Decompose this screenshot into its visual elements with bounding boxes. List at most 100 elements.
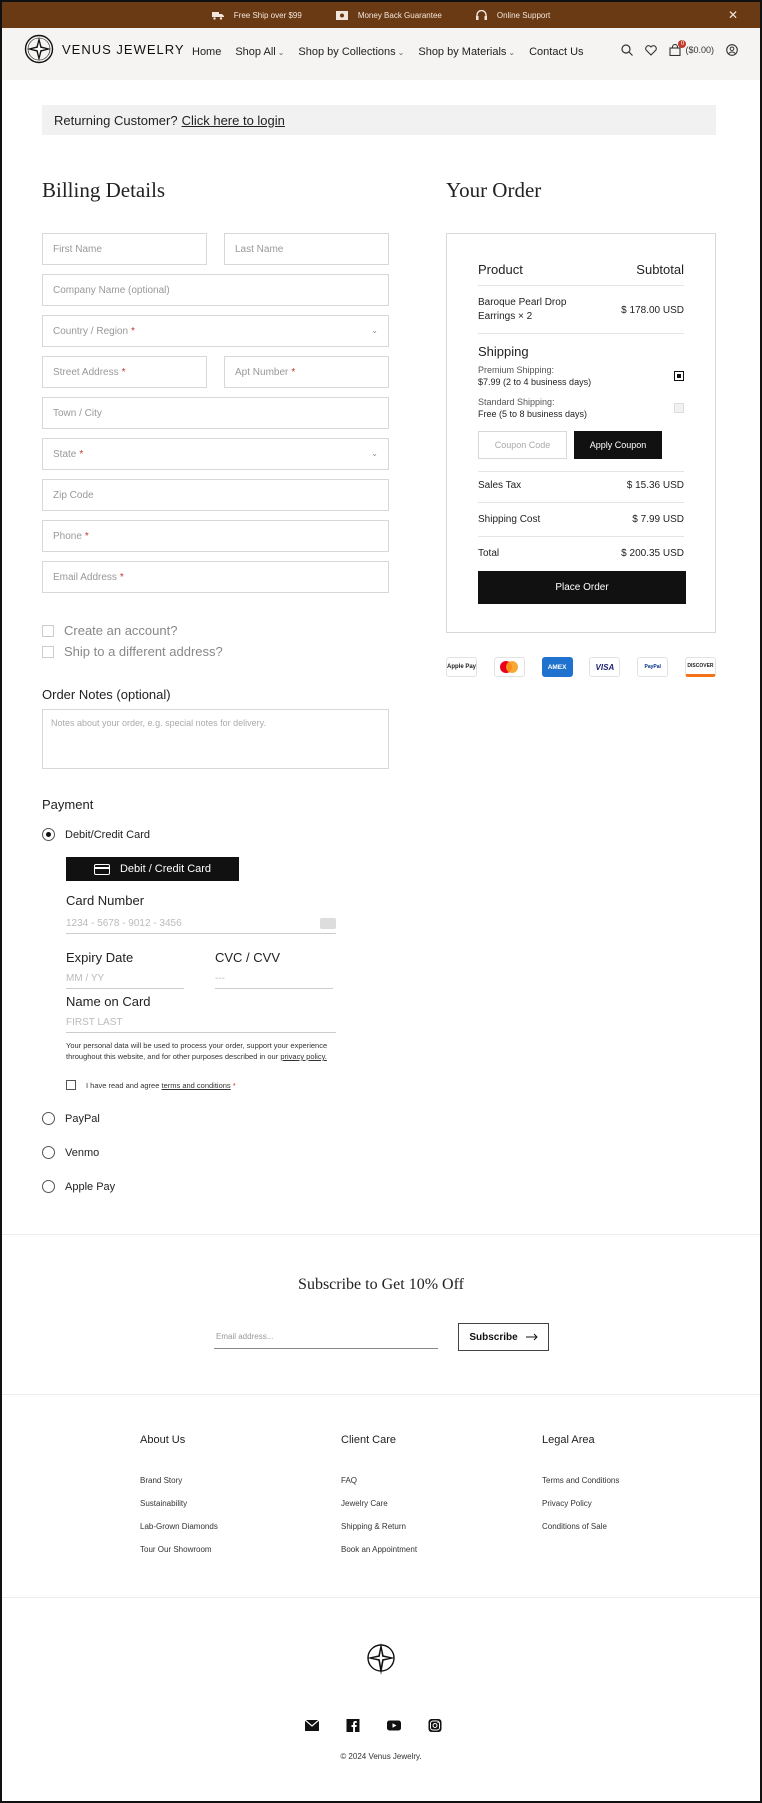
nav-shop-all[interactable]: Shop All ⌄ (235, 46, 284, 58)
main-nav: Home Shop All ⌄ Shop by Collections ⌄ Shop… (192, 46, 584, 58)
apt-field[interactable]: Apt Number * (224, 356, 389, 388)
premium-shipping-checkbox[interactable] (674, 371, 684, 381)
paypal-radio[interactable] (42, 1112, 55, 1125)
chevron-down-icon: ⌄ (277, 48, 285, 57)
user-icon[interactable] (726, 44, 738, 56)
email-field[interactable]: Email Address * (42, 561, 389, 593)
last-name-field[interactable]: Last Name (224, 233, 389, 265)
terms-link[interactable]: terms and conditions (161, 1081, 230, 1090)
card-radio[interactable] (42, 828, 55, 841)
payment-option-venmo[interactable]: Venmo (42, 1146, 99, 1159)
company-field[interactable]: Company Name (optional) (42, 274, 389, 306)
order-item-row: Baroque Pearl Drop Earrings × 2 $ 178.00… (478, 296, 684, 324)
state-select[interactable]: State * ⌄ (42, 438, 389, 470)
footer-link-lab-grown[interactable]: Lab-Grown Diamonds (140, 1522, 218, 1545)
premium-shipping-option[interactable]: Premium Shipping: $7.99 (2 to 4 business… (478, 364, 684, 388)
footer-link-faq[interactable]: FAQ (341, 1476, 417, 1499)
footer-link-appointment[interactable]: Book an Appointment (341, 1545, 417, 1568)
heart-icon[interactable] (645, 44, 658, 56)
youtube-icon[interactable] (387, 1719, 401, 1732)
subscribe-button-label: Subscribe (469, 1331, 518, 1343)
nav-contact[interactable]: Contact Us (529, 46, 583, 58)
street-field[interactable]: Street Address * (42, 356, 207, 388)
item-name-line1: Baroque Pearl Drop (478, 297, 567, 308)
visa-logo-text: VISA (595, 662, 615, 672)
search-icon[interactable] (621, 44, 634, 56)
coupon-input[interactable]: Coupon Code (478, 431, 567, 459)
footer-about-title: About Us (140, 1434, 186, 1446)
order-notes-textarea[interactable]: Notes about your order, e.g. special not… (42, 709, 389, 769)
town-field[interactable]: Town / City (42, 397, 389, 429)
place-order-button[interactable]: Place Order (478, 571, 686, 604)
card-number-input[interactable]: 1234 - 5678 - 9012 - 3456 (66, 914, 336, 934)
state-placeholder: State (53, 448, 77, 460)
item-price: $ 178.00 USD (621, 304, 684, 316)
nav-shop-collections-label: Shop by Collections (298, 46, 396, 58)
privacy-policy-link[interactable]: privacy policy. (280, 1052, 327, 1061)
subscribe-email-input[interactable]: Email address... (214, 1325, 438, 1349)
expiry-input[interactable]: MM / YY (66, 969, 184, 989)
phone-field[interactable]: Phone * (42, 520, 389, 552)
nav-home[interactable]: Home (192, 46, 221, 58)
create-account-option[interactable]: Create an account? (42, 623, 177, 638)
payment-option-paypal[interactable]: PayPal (42, 1112, 100, 1125)
announcement-bar: Free Ship over $99 Money Back Guarantee … (2, 2, 760, 28)
footer-link-sustainability[interactable]: Sustainability (140, 1499, 218, 1522)
footer-link-shipping-return[interactable]: Shipping & Return (341, 1522, 417, 1545)
venmo-radio[interactable] (42, 1146, 55, 1159)
cart-button[interactable]: 0 ($0.00) (669, 40, 714, 56)
order-summary: Product Subtotal Baroque Pearl Drop Earr… (446, 233, 716, 633)
debit-credit-card-button[interactable]: Debit / Credit Card (66, 857, 239, 881)
cvc-input[interactable]: --- (215, 969, 333, 989)
country-select[interactable]: Country / Region * ⌄ (42, 315, 389, 347)
required-mark: * (291, 366, 296, 378)
standard-shipping-checkbox[interactable] (674, 403, 684, 413)
agree-text: I have read and agree (86, 1080, 160, 1090)
last-name-placeholder: Last Name (235, 243, 284, 255)
footer-link-jewelry-care[interactable]: Jewelry Care (341, 1499, 417, 1522)
apple-pay-logo: Apple Pay (446, 657, 477, 677)
nav-shop-materials[interactable]: Shop by Materials ⌄ (418, 46, 515, 58)
name-on-card-label: Name on Card (66, 994, 151, 1009)
ship-different-checkbox[interactable] (42, 645, 54, 658)
section-divider (2, 1234, 760, 1235)
payment-option-apple-pay[interactable]: Apple Pay (42, 1180, 115, 1193)
chevron-down-icon: ⌄ (508, 48, 516, 57)
payment-option-card[interactable]: Debit/Credit Card (42, 828, 150, 841)
zip-field[interactable]: Zip Code (42, 479, 389, 511)
apply-coupon-button[interactable]: Apply Coupon (574, 431, 662, 459)
cvc-label: CVC / CVV (215, 950, 281, 965)
visa-logo: VISA (589, 657, 621, 677)
nav-shop-collections[interactable]: Shop by Collections ⌄ (298, 46, 404, 58)
subscribe-button[interactable]: Subscribe (458, 1323, 549, 1351)
instagram-icon[interactable] (428, 1719, 442, 1732)
facebook-icon[interactable] (346, 1719, 360, 1732)
terms-checkbox[interactable] (66, 1080, 76, 1090)
paypal-logo-text: PayPal (644, 664, 661, 670)
total-value: $ 200.35 USD (621, 548, 684, 559)
close-icon[interactable]: ✕ (728, 8, 738, 22)
standard-shipping-option[interactable]: Standard Shipping: Free (5 to 8 business… (478, 396, 684, 420)
footer-logo-icon[interactable] (366, 1642, 396, 1676)
footer-link-conditions[interactable]: Conditions of Sale (542, 1522, 619, 1545)
apple-pay-radio[interactable] (42, 1180, 55, 1193)
venmo-label: Venmo (65, 1146, 100, 1159)
name-on-card-input[interactable]: FIRST LAST (66, 1013, 336, 1033)
payment-logos: Apple Pay AMEX VISA PayPal DISCOVER (446, 657, 716, 677)
footer-link-showroom[interactable]: Tour Our Showroom (140, 1545, 218, 1568)
footer-link-terms[interactable]: Terms and Conditions (542, 1476, 619, 1499)
required-mark: * (119, 571, 124, 583)
mail-icon[interactable] (305, 1719, 319, 1732)
required-mark: * (131, 325, 135, 337)
country-placeholder: Country / Region (53, 325, 129, 337)
create-account-checkbox[interactable] (42, 624, 54, 637)
first-name-field[interactable]: First Name (42, 233, 207, 265)
footer-legal: Legal Area Terms and Conditions Privacy … (542, 1434, 619, 1545)
ship-different-option[interactable]: Ship to a different address? (42, 644, 223, 659)
footer-link-brand-story[interactable]: Brand Story (140, 1476, 218, 1499)
footer-link-privacy[interactable]: Privacy Policy (542, 1499, 619, 1522)
card-option-label: Debit/Credit Card (65, 828, 150, 841)
login-link[interactable]: Click here to login (182, 113, 285, 128)
privacy-notice: Your personal data will be used to proce… (66, 1040, 338, 1062)
logo[interactable]: VENUS JEWELRY (24, 34, 185, 64)
